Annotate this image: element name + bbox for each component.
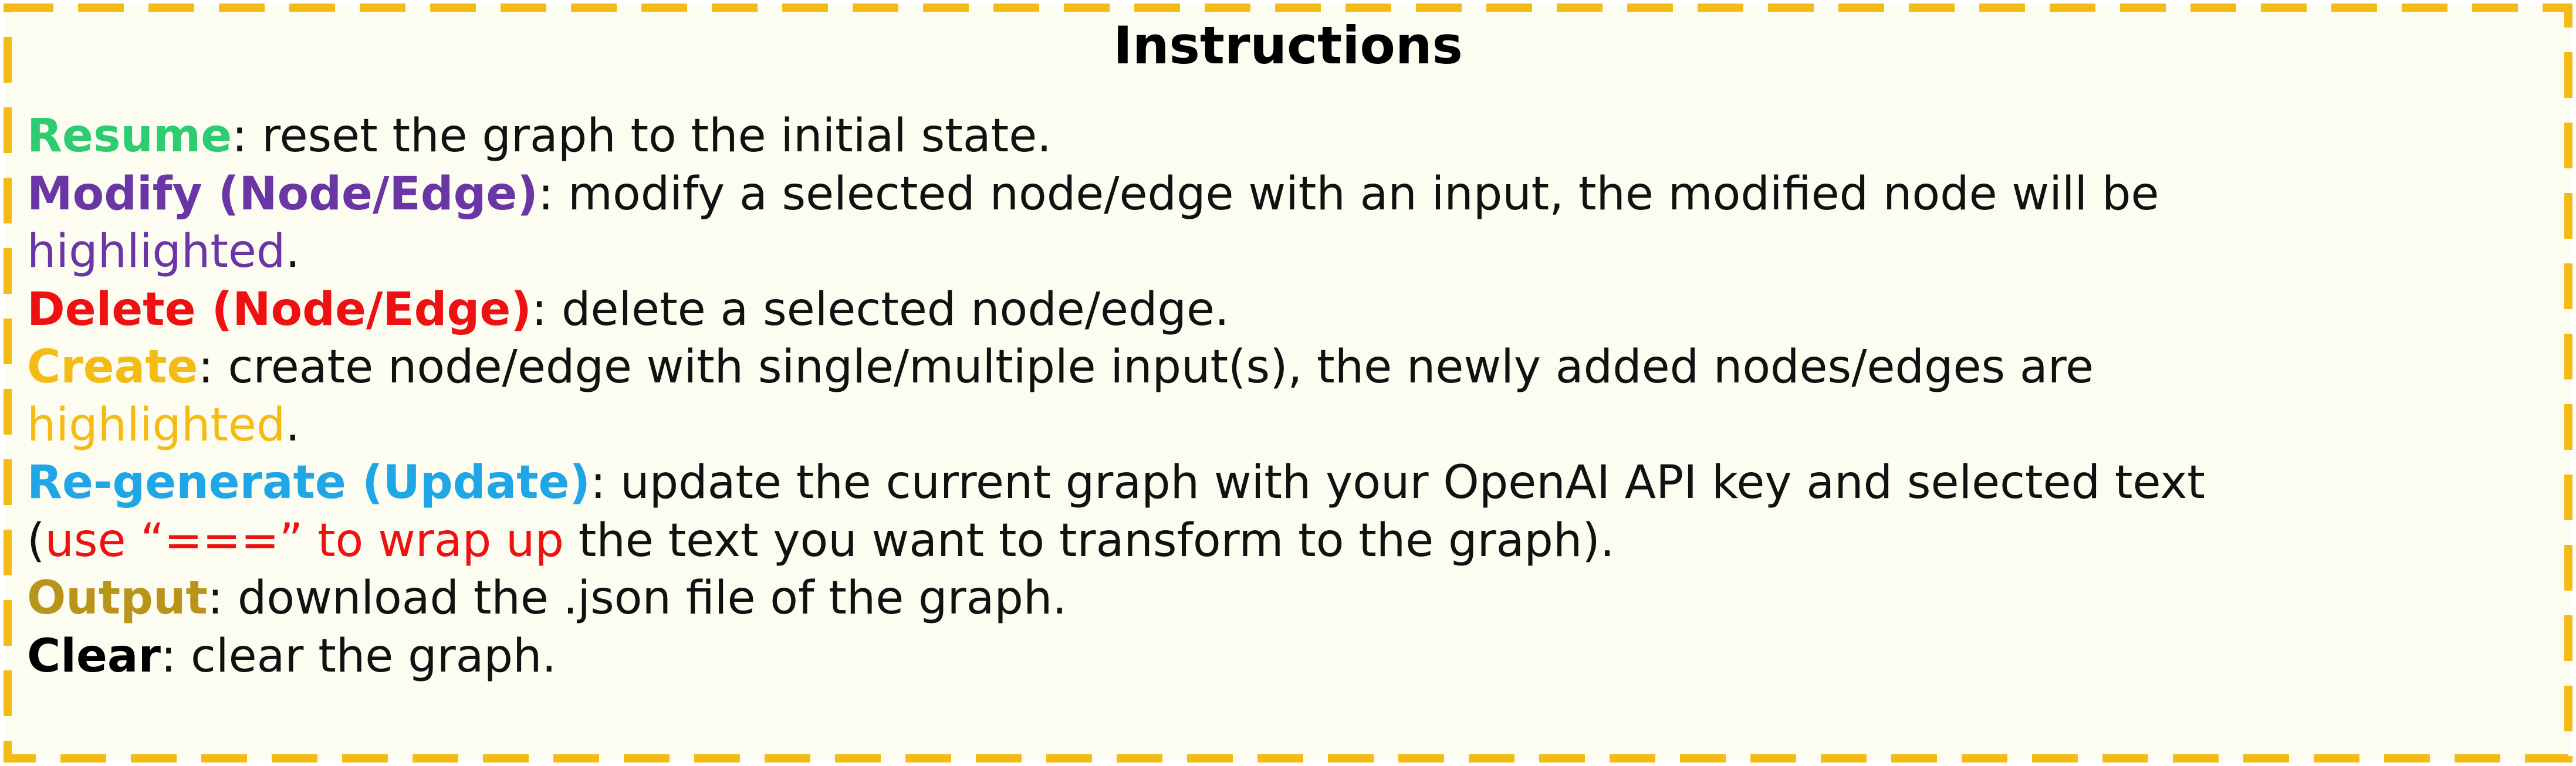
- modify-description: : modify a selected node/edge with an in…: [537, 167, 2159, 221]
- clear-description: : clear the graph.: [160, 629, 557, 683]
- instruction-regenerate-cont: (use “===” to wrap up the text you want …: [27, 512, 2550, 570]
- instructions-title: Instructions: [1113, 15, 1463, 76]
- resume-keyword: Resume: [27, 110, 232, 162]
- instruction-create: Create: create node/edge with single/mul…: [27, 338, 2550, 396]
- regenerate-description-cont: the text you want to transform to the gr…: [563, 514, 1615, 567]
- output-keyword: Output: [27, 572, 208, 625]
- instruction-clear: Clear: clear the graph.: [27, 628, 2550, 686]
- instruction-create-cont: highlighted.: [27, 396, 2550, 455]
- instruction-regenerate: Re-generate (Update): update the current…: [27, 454, 2550, 512]
- create-description: : create node/edge with single/multiple …: [198, 341, 2094, 394]
- create-highlighted-word: highlighted: [27, 398, 286, 452]
- regenerate-keyword: Re-generate (Update): [27, 456, 591, 509]
- resume-description: : reset the graph to the initial state.: [232, 110, 1052, 162]
- delete-keyword: Delete (Node/Edge): [27, 283, 532, 336]
- modify-highlighted-word: highlighted: [27, 225, 286, 278]
- instruction-resume: Resume: reset the graph to the initial s…: [27, 107, 2550, 165]
- clear-keyword: Clear: [27, 629, 161, 683]
- regenerate-description: : update the current graph with your Ope…: [590, 456, 2205, 509]
- create-end: .: [285, 398, 300, 452]
- instruction-delete: Delete (Node/Edge): delete a selected no…: [27, 281, 2550, 339]
- modify-end: .: [285, 225, 300, 278]
- regenerate-open-paren: (: [27, 514, 45, 567]
- regenerate-wrap-note: use “===” to wrap up: [45, 514, 564, 567]
- delete-description: : delete a selected node/edge.: [531, 283, 1229, 336]
- instruction-modify: Modify (Node/Edge): modify a selected no…: [27, 165, 2550, 223]
- output-description: : download the .json file of the graph.: [207, 572, 1067, 625]
- create-keyword: Create: [27, 341, 198, 394]
- instruction-modify-cont: highlighted.: [27, 223, 2550, 281]
- instructions-list: Resume: reset the graph to the initial s…: [27, 107, 2550, 685]
- modify-keyword: Modify (Node/Edge): [27, 167, 538, 221]
- instruction-output: Output: download the .json file of the g…: [27, 570, 2550, 628]
